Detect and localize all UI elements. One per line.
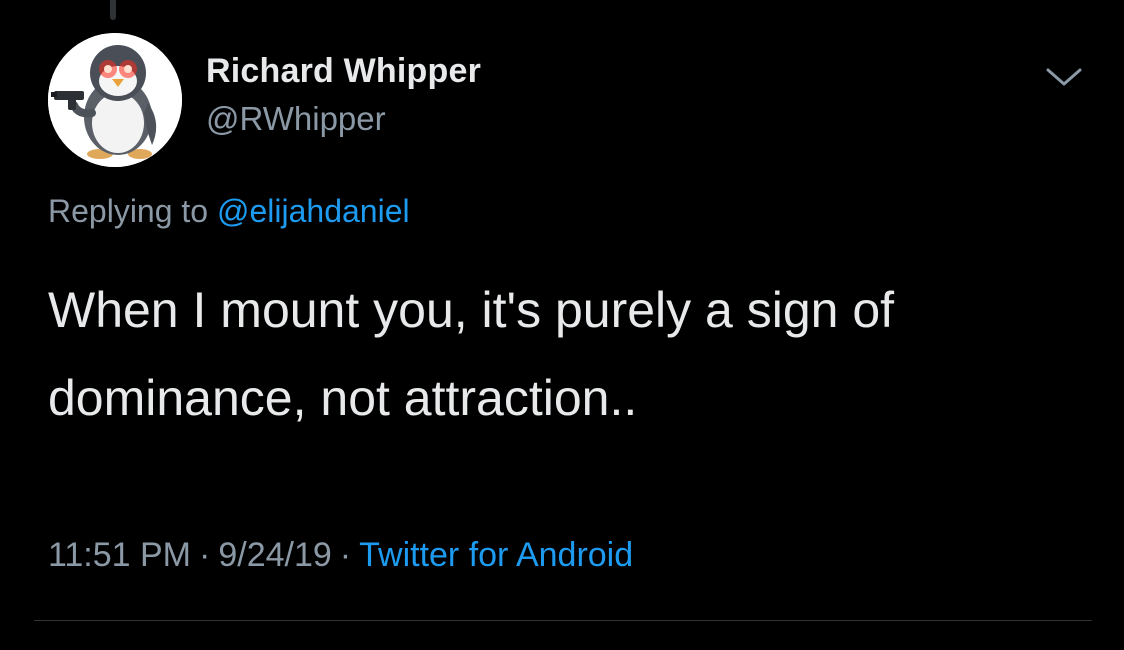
tweet-text-line: dominance, not attraction.. (48, 370, 638, 426)
divider (34, 620, 1092, 621)
tweet-text-line: When I mount you, it's purely a sign of (48, 282, 895, 338)
tweet-text: When I mount you, it's purely a sign of … (48, 266, 1078, 442)
thread-connector-line (110, 0, 116, 20)
replying-to: Replying to @elijahdaniel (48, 193, 410, 230)
tweet-time[interactable]: 11:51 PM (48, 536, 191, 574)
tweet-menu-button[interactable] (1042, 62, 1086, 92)
chevron-down-icon (1046, 68, 1082, 86)
avatar[interactable] (48, 33, 182, 167)
meta-separator: · (339, 536, 352, 574)
tweet-source-link[interactable]: Twitter for Android (359, 536, 633, 574)
penguin-avatar-icon (48, 33, 182, 167)
author-display-name[interactable]: Richard Whipper (206, 52, 481, 91)
tweet-date[interactable]: 9/24/19 (218, 536, 331, 574)
replying-to-label: Replying to (48, 193, 209, 229)
tweet-metadata: 11:51 PM · 9/24/19 · Twitter for Android (48, 536, 633, 575)
meta-separator: · (199, 536, 211, 574)
reply-mention-link[interactable]: @elijahdaniel (217, 193, 410, 229)
author-handle[interactable]: @RWhipper (206, 100, 386, 138)
